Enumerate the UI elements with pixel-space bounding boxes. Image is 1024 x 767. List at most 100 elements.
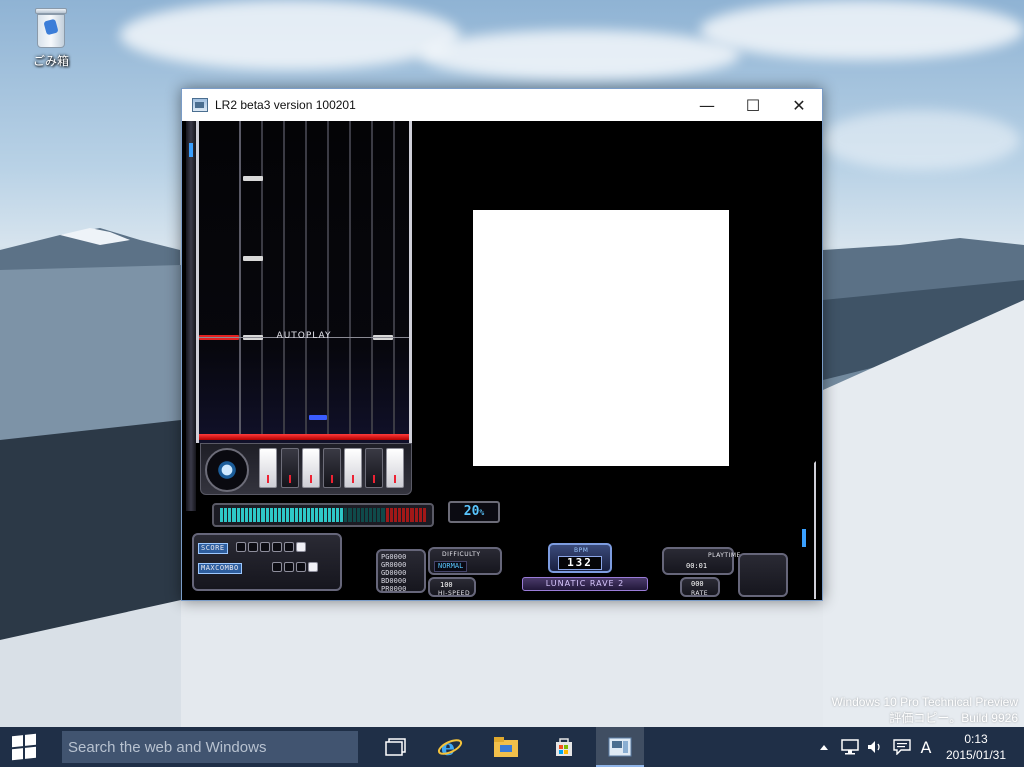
gauge-segment <box>306 508 311 522</box>
turntable-icon <box>205 448 249 492</box>
recycle-bin-label: ごみ箱 <box>32 54 69 68</box>
lr2-app-icon <box>608 737 632 757</box>
gauge-segment <box>418 508 422 522</box>
clock-time: 0:13 <box>964 732 988 746</box>
gauge-percent-value: 20 <box>463 504 480 519</box>
gauge-segment <box>340 508 344 522</box>
gauge-segment <box>335 508 340 522</box>
bpm-display: BPM 132 <box>548 543 612 573</box>
internet-explorer-icon: e <box>437 735 463 760</box>
gauge-segment <box>302 508 306 522</box>
minimize-button[interactable]: — <box>684 89 730 121</box>
clock-date: 2015/01/31 <box>945 748 1007 762</box>
gauge-segment <box>277 508 282 522</box>
lr2-taskbar-button[interactable] <box>596 727 644 767</box>
note-white <box>243 256 263 261</box>
judge-panel: PG0000 GR0000 GD0000 BD0000 PR0000 <box>376 549 426 593</box>
store-icon <box>556 738 572 756</box>
ime-indicator[interactable]: A <box>916 727 936 767</box>
bpm-label: BPM <box>574 547 589 554</box>
graph-box <box>738 553 788 597</box>
lr2-window: LR2 beta3 version 100201 — ☐ ✕ AUTOPLAY <box>181 88 823 601</box>
bottom-hud: SCORE MAXCOMBO PG0000 GR0000 GD0000 BD00… <box>192 525 812 597</box>
gauge-segment <box>261 508 265 522</box>
difficulty-panel: DIFFICULTY NORMAL <box>428 547 502 575</box>
gauge-segment <box>352 508 356 522</box>
recycle-bin-icon <box>34 6 68 50</box>
os-watermark: Windows 10 Pro Technical Preview 評価コピー。B… <box>831 694 1018 726</box>
show-hidden-icons-button[interactable] <box>816 727 832 767</box>
score-panel: SCORE MAXCOMBO <box>192 533 342 591</box>
gauge-segment <box>265 508 269 522</box>
difficulty-value: NORMAL <box>434 561 468 572</box>
maxcombo-tag: MAXCOMBO <box>198 563 242 574</box>
task-view-button[interactable] <box>372 727 420 767</box>
gauge-segment <box>257 508 261 522</box>
action-center-button[interactable] <box>890 727 914 767</box>
rate-panel: 000 RATE <box>680 577 720 597</box>
note-white <box>243 176 263 181</box>
playtime-panel: PLAYTIME 00:01 <box>662 547 740 575</box>
gauge-segment <box>406 508 410 522</box>
rate-value: 000 <box>691 580 704 588</box>
gauge-segment <box>224 508 228 522</box>
judge-bar <box>199 434 409 440</box>
gauge-percent-unit: % <box>479 508 485 517</box>
recycle-bin[interactable]: ごみ箱 <box>26 6 76 69</box>
close-button[interactable]: ✕ <box>776 89 822 121</box>
gauge-segment <box>393 508 398 522</box>
chevron-up-icon <box>820 745 828 750</box>
maxcombo-digits <box>272 562 318 572</box>
rate-label: RATE <box>691 590 709 597</box>
gauge-segment <box>290 508 294 522</box>
bpm-value: 132 <box>558 556 602 570</box>
gauge-segment <box>315 508 319 522</box>
gauge-segment <box>248 508 253 522</box>
gauge-segment <box>294 508 298 522</box>
gauge-segment <box>282 508 286 522</box>
task-view-icon <box>385 738 406 756</box>
network-icon <box>841 739 859 755</box>
lr2-logo: LUNATIC RAVE 2 <box>522 577 648 591</box>
key-5 <box>344 448 362 488</box>
gauge-segment <box>232 508 236 522</box>
playtime-label: PLAYTIME <box>708 552 741 559</box>
internet-explorer-button[interactable]: e <box>426 727 474 767</box>
note-blue <box>309 415 327 420</box>
gauge-segment <box>402 508 406 522</box>
gauge-segment <box>348 508 352 522</box>
gauge-segment <box>414 508 418 522</box>
judge-count-gr: GR0000 <box>381 561 407 569</box>
gauge-segment <box>323 508 327 522</box>
title-bar[interactable]: LR2 beta3 version 100201 — ☐ ✕ <box>182 89 822 121</box>
network-button[interactable] <box>838 727 862 767</box>
gauge-segment <box>273 508 277 522</box>
gauge-segment <box>381 508 385 522</box>
volume-button[interactable] <box>864 727 886 767</box>
key-area <box>200 443 412 495</box>
playtime-value: 00:01 <box>686 562 708 570</box>
store-button[interactable] <box>540 727 588 767</box>
search-box[interactable]: Search the web and Windows <box>62 731 358 763</box>
file-explorer-button[interactable] <box>482 727 530 767</box>
hispeed-value: 100 <box>440 581 453 589</box>
clock[interactable]: 0:13 2015/01/31 <box>940 731 1012 763</box>
gauge-percent: 20% <box>448 501 500 523</box>
score-digits <box>236 542 306 552</box>
file-explorer-icon <box>494 737 518 757</box>
gauge-segment <box>331 508 335 522</box>
maximize-button[interactable]: ☐ <box>730 89 776 121</box>
gauge-segment <box>364 508 369 522</box>
key-7 <box>386 448 404 488</box>
gauge-segment <box>360 508 364 522</box>
game-screen[interactable]: AUTOPLAY 20% SCORE MAXCOMBO PG0000 GR000… <box>182 121 822 600</box>
score-tag: SCORE <box>198 543 228 554</box>
start-button[interactable] <box>0 727 48 767</box>
gauge-segment <box>389 508 393 522</box>
gauge-fill <box>220 508 427 522</box>
gauge-segment <box>244 508 248 522</box>
gauge-segment <box>327 508 331 522</box>
note-lanes: AUTOPLAY <box>196 121 412 443</box>
watermark-line-1: Windows 10 Pro Technical Preview <box>831 695 1018 709</box>
key-1 <box>259 448 277 488</box>
